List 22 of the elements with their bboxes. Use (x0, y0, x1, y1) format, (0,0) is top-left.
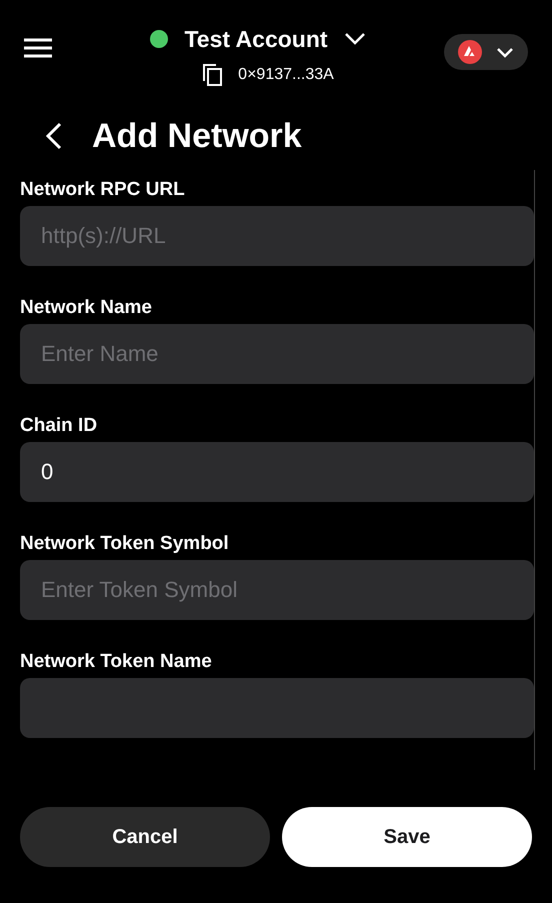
account-name[interactable]: Test Account (184, 22, 328, 56)
input-field[interactable]: 0 (20, 442, 534, 502)
account-address: 0×9137...33A (238, 64, 334, 84)
triangle-logo-icon (458, 40, 482, 64)
network-selector[interactable] (444, 34, 528, 70)
field-label: Network Token Symbol (20, 532, 230, 556)
input-field[interactable]: Enter Name (20, 324, 534, 384)
field-label: Chain ID (20, 414, 98, 438)
back-icon[interactable] (44, 121, 64, 151)
menu-icon[interactable] (24, 38, 52, 58)
field-label: Network Name (20, 296, 153, 320)
copy-icon[interactable] (202, 62, 224, 86)
cancel-button[interactable]: Cancel (20, 807, 270, 867)
field-label: Network Token Name (20, 650, 213, 674)
save-button[interactable]: Save (282, 807, 532, 867)
field-label: Network RPC URL (20, 178, 186, 202)
chevron-down-icon[interactable] (344, 32, 366, 46)
input-field[interactable]: http(s)://URL (20, 206, 534, 266)
input-field[interactable] (20, 678, 534, 738)
chevron-down-icon (496, 46, 514, 58)
input-field[interactable]: Enter Token Symbol (20, 560, 534, 620)
page-title: Add Network (92, 116, 302, 156)
